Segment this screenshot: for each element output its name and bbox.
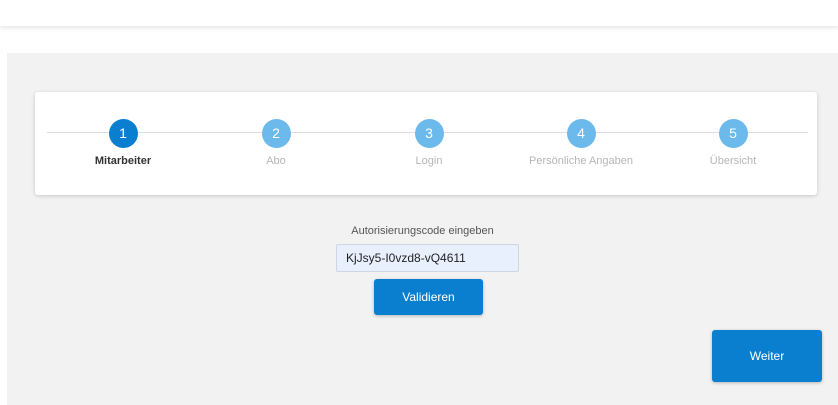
step-number-circle: 5 [718,119,748,148]
step-number-circle: 2 [261,119,291,148]
step-number-circle: 3 [414,119,444,148]
main-content: 1 Mitarbeiter 2 Abo 3 Login 4 Persönlich… [7,53,838,405]
top-bar [0,0,838,26]
step-abo[interactable]: 2 Abo [211,119,341,167]
step-label: Login [415,155,443,167]
step-number-circle: 4 [566,119,596,148]
step-persoenliche-angaben[interactable]: 4 Persönliche Angaben [516,119,646,167]
validate-button[interactable]: Validieren [374,279,483,315]
authorization-code-label: Autorisierungscode eingeben [351,225,494,237]
authorization-code-input[interactable] [336,244,519,272]
step-label: Persönliche Angaben [529,155,633,167]
step-label: Abo [266,155,286,167]
step-label: Mitarbeiter [94,155,152,167]
step-number-circle: 1 [108,119,138,148]
next-button[interactable]: Weiter [712,330,822,382]
progress-stepper: 1 Mitarbeiter 2 Abo 3 Login 4 Persönlich… [35,92,817,195]
step-uebersicht[interactable]: 5 Übersicht [668,119,798,167]
step-login[interactable]: 3 Login [364,119,494,167]
step-mitarbeiter[interactable]: 1 Mitarbeiter [58,119,188,167]
step-label: Übersicht [709,155,757,167]
